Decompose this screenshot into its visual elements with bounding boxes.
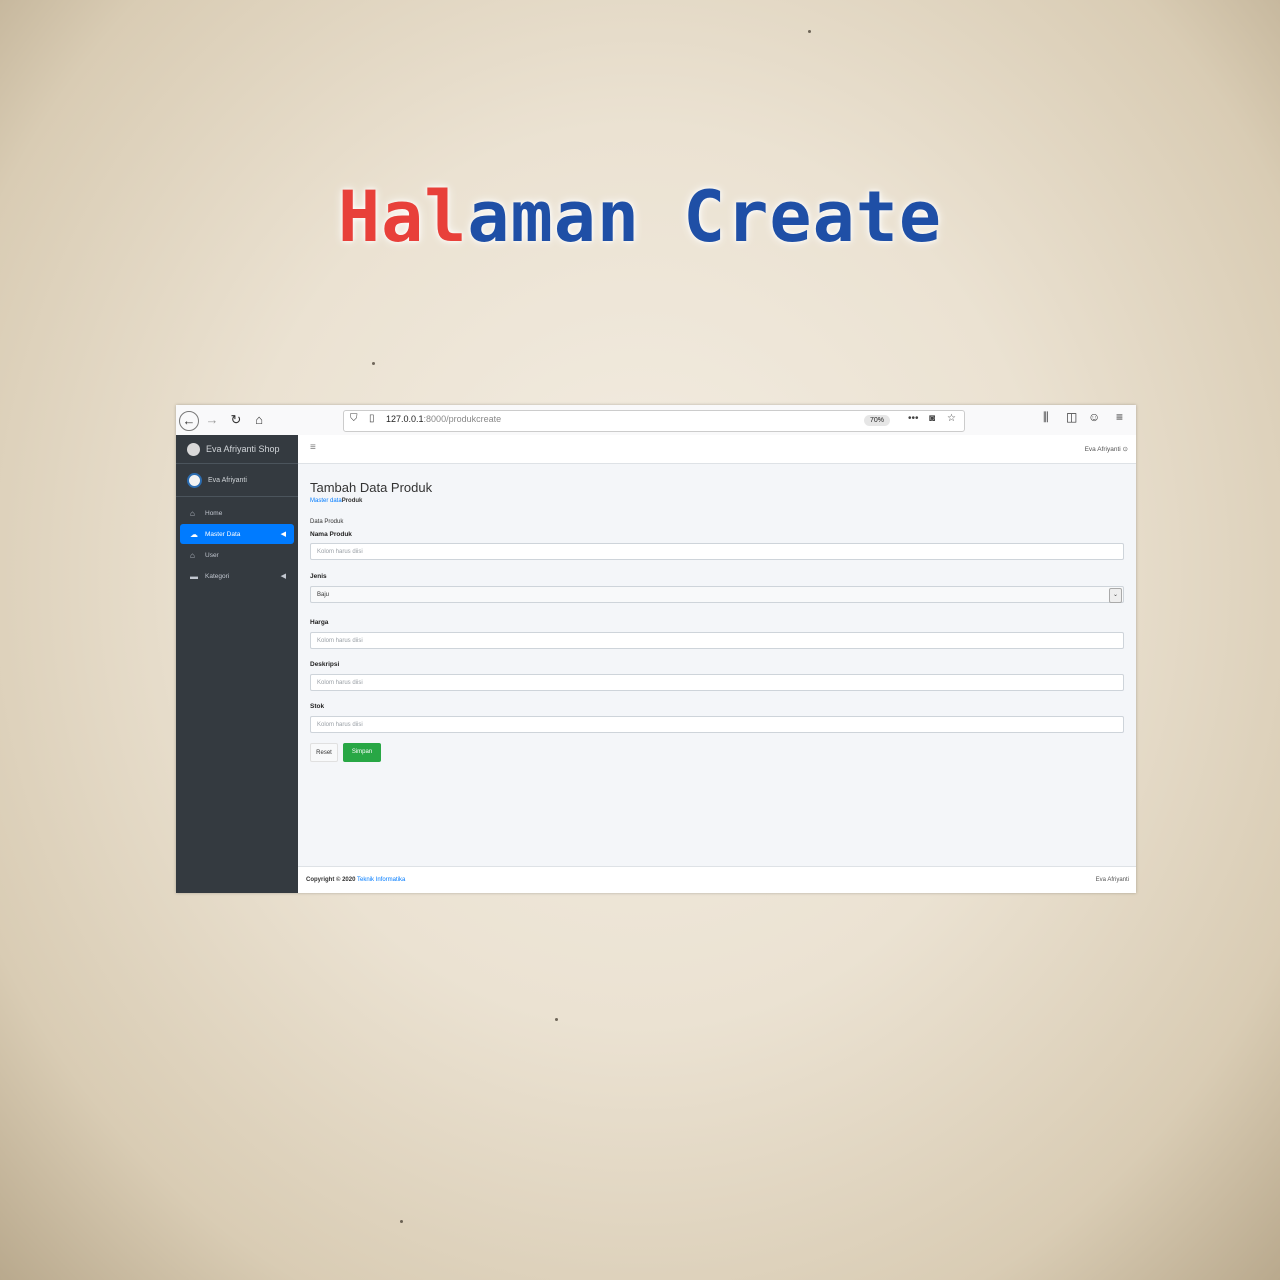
sidebar-nav: ⌂ Home ☁ Master Data ◀ ⌂ User ▬ Kategori… xyxy=(176,503,298,586)
cloud-icon: ☁ xyxy=(190,529,198,539)
chevron-left-icon: ◀ xyxy=(280,531,286,538)
sidebar-toggle-icon[interactable]: ◫ xyxy=(1066,410,1077,424)
sidebar-item-kategori[interactable]: ▬ Kategori ◀ xyxy=(180,566,294,586)
sidebar-item-user[interactable]: ⌂ User xyxy=(180,545,294,565)
footer-copyright: Copyright © 2020 Teknik Informatika xyxy=(306,877,406,883)
footer-right: Eva Afriyanti xyxy=(1095,877,1129,883)
headline-blue-part: aman Create xyxy=(467,176,943,258)
footer-link[interactable]: Teknik Informatika xyxy=(357,877,405,883)
back-icon[interactable]: ← xyxy=(179,411,199,431)
breadcrumb: Master dataProduk xyxy=(310,498,362,504)
headline-red-part: Hal xyxy=(337,176,468,258)
harga-input[interactable]: Kolom harus diisi xyxy=(310,632,1124,649)
sidebar-item-label: User xyxy=(205,551,219,559)
brand-logo-icon xyxy=(187,442,200,456)
library-icon[interactable]: ⫼ xyxy=(1043,410,1049,425)
paper-speck xyxy=(555,1018,558,1021)
sidebar-item-label: Kategori xyxy=(205,572,230,580)
sidebar-item-label: Home xyxy=(205,509,223,517)
breadcrumb-link[interactable]: Master data xyxy=(310,498,342,504)
deskripsi-input[interactable]: Kolom harus diisi xyxy=(310,674,1124,691)
footer: Copyright © 2020 Teknik Informatika Eva … xyxy=(298,866,1136,893)
sidebar: Eva Afriyanti Shop Eva Afriyanti ⌂ Home … xyxy=(176,435,298,893)
browser-toolbar: ← → ↻ ⌂ ⛉ ▯ 127.0.0.1:8000/produkcreate … xyxy=(176,405,1136,436)
account-icon[interactable]: ☺ xyxy=(1088,410,1100,424)
forward-icon[interactable]: → xyxy=(203,411,221,429)
paper-speck xyxy=(808,30,811,33)
pocket-icon[interactable]: ◙ xyxy=(929,413,935,424)
bookmark-star-icon[interactable]: ☆ xyxy=(947,413,956,424)
brand[interactable]: Eva Afriyanti Shop xyxy=(176,435,298,464)
shield-icon: ⛉ xyxy=(350,413,358,424)
breadcrumb-current: Produk xyxy=(341,498,363,504)
zoom-badge[interactable]: 70% xyxy=(864,415,890,426)
app-screenshot: ← → ↻ ⌂ ⛉ ▯ 127.0.0.1:8000/produkcreate … xyxy=(176,405,1136,893)
top-navbar: ≡ Eva Afriyanti ⊙ xyxy=(298,435,1136,464)
address-bar[interactable]: ⛉ ▯ 127.0.0.1:8000/produkcreate 70% ••• … xyxy=(343,410,965,432)
sidebar-item-label: Master Data xyxy=(205,530,241,538)
chevron-down-icon: ⌄ xyxy=(1109,588,1122,603)
nama-label: Nama Produk xyxy=(310,531,352,538)
stok-label: Stok xyxy=(310,703,325,710)
user-panel[interactable]: Eva Afriyanti xyxy=(176,464,298,497)
deskripsi-label: Deskripsi xyxy=(310,661,340,668)
chevron-left-icon: ◀ xyxy=(280,573,286,580)
home-icon: ⌂ xyxy=(190,550,195,560)
page-headline: Halaman Create xyxy=(0,176,1280,258)
harga-label: Harga xyxy=(310,619,329,626)
hamburger-icon[interactable]: ≡ xyxy=(310,442,316,453)
reset-button[interactable]: Reset xyxy=(310,743,338,762)
nama-produk-input[interactable]: Kolom harus diisi xyxy=(310,543,1124,560)
stok-input[interactable]: Kolom harus diisi xyxy=(310,716,1124,733)
home-icon[interactable]: ⌂ xyxy=(250,411,268,429)
sidebar-item-home[interactable]: ⌂ Home xyxy=(180,503,294,523)
page-title: Tambah Data Produk xyxy=(310,480,433,495)
sidebar-item-master-data[interactable]: ☁ Master Data ◀ xyxy=(180,524,294,544)
page-icon: ▯ xyxy=(369,413,375,424)
jenis-select[interactable]: Baju ⌄ xyxy=(310,586,1124,603)
folder-icon: ▬ xyxy=(190,571,198,581)
brand-name: Eva Afriyanti Shop xyxy=(206,444,280,454)
main-content: ≡ Eva Afriyanti ⊙ Tambah Data Produk Mas… xyxy=(298,435,1136,893)
jenis-value: Baju xyxy=(317,592,330,598)
home-icon: ⌂ xyxy=(190,508,195,518)
paper-speck xyxy=(372,362,375,365)
sidebar-user-name: Eva Afriyanti xyxy=(208,476,247,484)
jenis-label: Jenis xyxy=(310,573,327,580)
reload-icon[interactable]: ↻ xyxy=(227,411,245,429)
paper-speck xyxy=(400,1220,403,1223)
more-icon[interactable]: ••• xyxy=(908,413,919,424)
url-text: 127.0.0.1:8000/produkcreate xyxy=(386,414,502,424)
section-label: Data Produk xyxy=(310,519,344,525)
top-user-menu[interactable]: Eva Afriyanti ⊙ xyxy=(1085,445,1128,453)
menu-icon[interactable]: ≡ xyxy=(1116,410,1123,424)
save-button[interactable]: Simpan xyxy=(343,743,381,762)
avatar xyxy=(187,472,202,488)
